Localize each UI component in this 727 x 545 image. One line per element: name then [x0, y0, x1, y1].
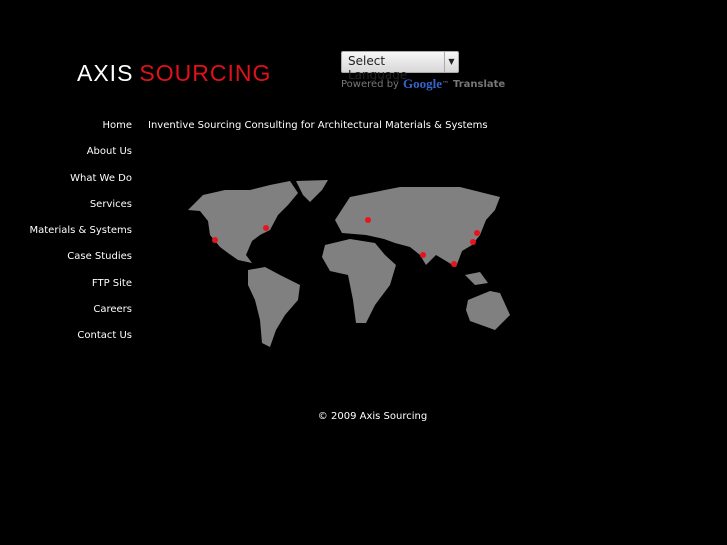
nav-home[interactable]: Home: [30, 120, 132, 146]
nav-contact-us[interactable]: Contact Us: [30, 330, 132, 356]
nav-what-we-do[interactable]: What We Do: [30, 173, 132, 199]
nav-about-us[interactable]: About Us: [30, 146, 132, 172]
nav-ftp-site[interactable]: FTP Site: [30, 278, 132, 304]
powered-by-google-translate: Powered by Google ™ Translate: [341, 76, 506, 92]
tagline: Inventive Sourcing Consulting for Archit…: [148, 120, 488, 131]
language-select[interactable]: Select Language ▼: [341, 51, 459, 82]
australia: [466, 291, 510, 330]
africa: [322, 239, 396, 323]
nav-case-studies[interactable]: Case Studies: [30, 251, 132, 277]
footer-copyright: © 2009 Axis Sourcing: [317, 411, 428, 422]
indonesia: [465, 272, 488, 285]
world-map: [188, 180, 510, 347]
greenland: [296, 180, 328, 202]
south-america: [248, 267, 300, 347]
nav-materials-systems[interactable]: Materials & Systems: [30, 225, 133, 251]
google-logo[interactable]: Google: [403, 76, 442, 92]
north-america: [188, 181, 298, 263]
nav-services[interactable]: Services: [30, 199, 132, 225]
main-nav: Home About Us What We Do Services Materi…: [30, 120, 133, 357]
chevron-down-icon: ▼: [448, 57, 455, 66]
nav-careers[interactable]: Careers: [30, 304, 132, 330]
logo[interactable]: AXIS SOURCING: [77, 60, 271, 87]
